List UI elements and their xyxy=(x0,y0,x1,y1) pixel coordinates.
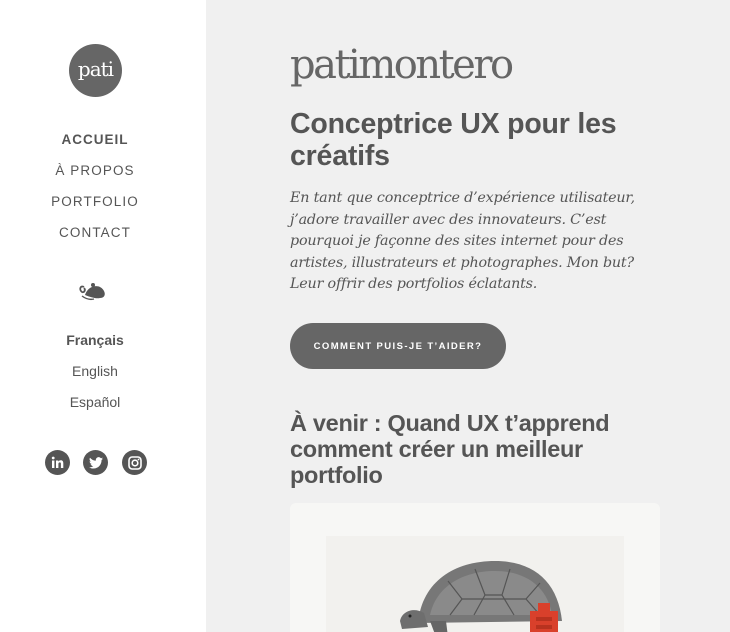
instagram-icon[interactable] xyxy=(122,450,147,475)
sidebar: pati ACCUEIL À PROPOS PORTFOLIO CONTACT … xyxy=(0,0,206,632)
main-nav: ACCUEIL À PROPOS PORTFOLIO CONTACT xyxy=(0,129,190,253)
logo[interactable]: pati xyxy=(69,44,122,97)
nav-item-portfolio[interactable]: PORTFOLIO xyxy=(0,191,190,222)
linkedin-icon[interactable] xyxy=(45,450,70,475)
twitter-icon[interactable] xyxy=(83,450,108,475)
page-title: Conceptrice UX pour les créatifs xyxy=(290,108,617,172)
lang-english[interactable]: English xyxy=(0,361,190,392)
upcoming-post-title[interactable]: À venir : Quand UX t’apprend comment cré… xyxy=(290,410,650,488)
help-cta-button[interactable]: COMMENT PUIS-JE T’AIDER? xyxy=(290,323,506,369)
fleuron-ornament-icon xyxy=(79,283,105,301)
nav-item-a-propos[interactable]: À PROPOS xyxy=(0,160,190,191)
main-content: patimontero Conceptrice UX pour les créa… xyxy=(206,0,730,632)
nav-item-accueil[interactable]: ACCUEIL xyxy=(0,129,190,160)
nav-item-contact[interactable]: CONTACT xyxy=(0,222,190,253)
tortoise-illustration xyxy=(400,561,562,632)
brand-wordmark[interactable]: patimontero xyxy=(290,40,514,90)
lang-espanol[interactable]: Español xyxy=(0,392,190,423)
intro-paragraph: En tant que conceptrice d’expérience uti… xyxy=(290,190,635,292)
lang-francais[interactable]: Français xyxy=(0,330,190,361)
logo-text: pati xyxy=(77,57,114,81)
language-switcher: Français English Español xyxy=(0,330,190,423)
upcoming-post-card[interactable] xyxy=(290,503,660,632)
